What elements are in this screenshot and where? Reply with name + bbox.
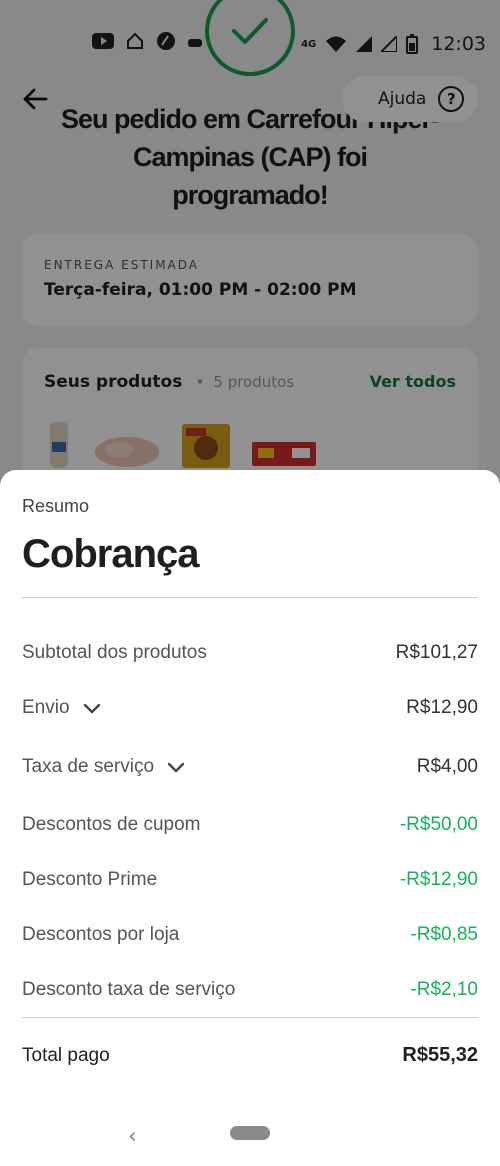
total-value: R$55,32 (402, 1044, 478, 1066)
divider (22, 1017, 478, 1018)
row-value: -R$12,90 (399, 869, 478, 890)
divider (22, 597, 478, 598)
row-label: Taxa de serviço (22, 756, 155, 777)
system-navigation-bar: ‹ (0, 1110, 500, 1166)
nav-home-pill[interactable] (230, 1126, 270, 1140)
row-value: R$4,00 (416, 756, 478, 777)
summary-row-shipping[interactable]: Envio R$12,90 (22, 693, 478, 723)
row-label: Desconto Prime (22, 869, 158, 890)
sheet-title: Cobrança (22, 532, 199, 576)
summary-row-prime-discount: Desconto Prime -R$12,90 (22, 865, 478, 895)
row-value: -R$50,00 (399, 814, 478, 835)
summary-row-coupon-discount: Descontos de cupom -R$50,00 (22, 810, 478, 840)
total-paid-row: Total pago R$55,32 (22, 1044, 478, 1067)
nav-back-icon[interactable]: ‹ (128, 1124, 137, 1149)
row-value: -R$0,85 (410, 924, 478, 945)
row-value: R$12,90 (406, 697, 478, 718)
row-label: Subtotal dos produtos (22, 642, 207, 663)
row-label: Envio (22, 697, 70, 718)
row-value: -R$2,10 (410, 979, 478, 1000)
row-label: Desconto taxa de serviço (22, 979, 236, 1000)
summary-row-store-discount: Descontos por loja -R$0,85 (22, 920, 478, 950)
total-label: Total pago (22, 1044, 110, 1066)
sheet-subtitle: Resumo (22, 496, 90, 516)
chevron-down-icon[interactable] (82, 698, 102, 718)
row-label: Descontos por loja (22, 924, 180, 945)
summary-row-service-fee-discount: Desconto taxa de serviço -R$2,10 (22, 975, 478, 1005)
summary-row-service-fee[interactable]: Taxa de serviço R$4,00 (22, 752, 478, 782)
summary-row-subtotal: Subtotal dos produtos R$101,27 (22, 638, 478, 668)
chevron-down-icon[interactable] (166, 757, 186, 777)
row-value: R$101,27 (395, 642, 478, 663)
row-label: Descontos de cupom (22, 814, 201, 835)
billing-summary-sheet: Resumo Cobrança Subtotal dos produtos R$… (0, 470, 500, 1166)
